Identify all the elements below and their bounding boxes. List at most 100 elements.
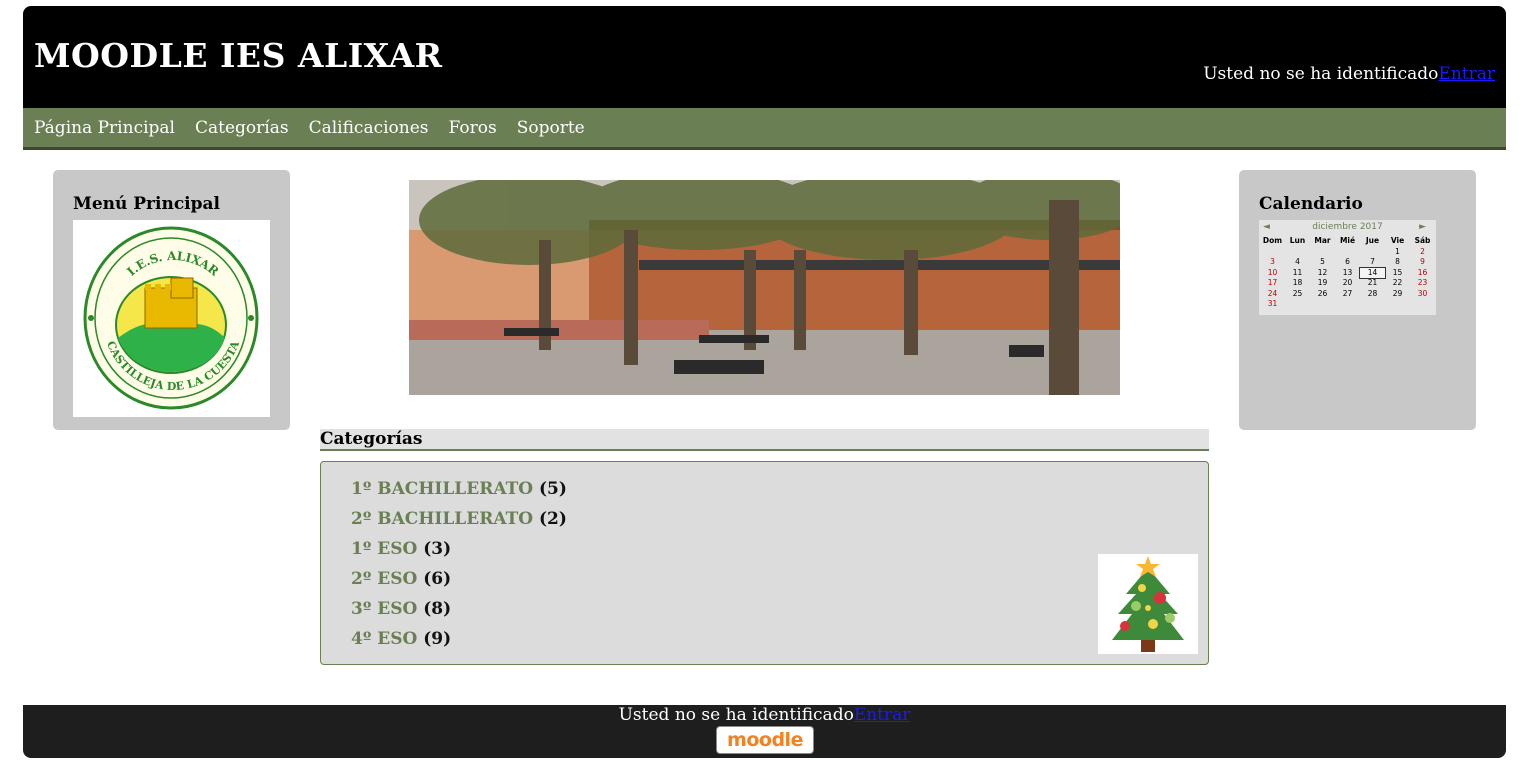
calendar-grid: Dom Lun Mar Mié Jue Vie Sáb 1 2 3 4 5 6 7 8 9 10 11 12 13 14… [1260,236,1435,310]
calendar-day[interactable]: 17 [1260,278,1285,289]
category-list: 1º BACHILLERATO (5) 2º BACHILLERATO (2) … [351,476,567,656]
category-item: 3º ESO (8) [351,596,567,626]
calendar-day[interactable]: 10 [1260,268,1285,279]
prev-month-icon[interactable]: ◄ [1263,222,1270,232]
calendar-day[interactable]: 11 [1285,268,1310,279]
login-status-text: Usted no se ha identificado [1203,64,1439,84]
calendar-day [1385,299,1410,310]
calendar-weekday: Mié [1339,236,1356,245]
calendar-today[interactable]: 14 [1359,266,1386,279]
calendar-day[interactable]: 3 [1260,257,1285,268]
category-link[interactable]: 1º BACHILLERATO [351,479,533,499]
calendar-day[interactable]: 19 [1310,278,1335,289]
calendar-day [1310,299,1335,310]
calendar-day[interactable]: 25 [1285,289,1310,300]
calendar-day[interactable]: 23 [1410,278,1435,289]
calendar-day [1285,247,1310,258]
category-count: (3) [423,539,452,559]
main-menu-block: Menú Principal I.E.S. ALIXAR CASTILLEJA … [53,170,290,430]
category-count: (5) [538,479,567,499]
nav-item-categories[interactable]: Categorías [195,118,289,138]
calendar-day [1310,247,1335,258]
school-logo-emblem: I.E.S. ALIXAR CASTILLEJA DE LA CUESTA [83,226,259,410]
calendar-day[interactable]: 13 [1335,268,1360,279]
calendar-day[interactable]: 29 [1385,289,1410,300]
calendar-day[interactable]: 9 [1410,257,1435,268]
nav-item-home[interactable]: Página Principal [34,118,175,138]
category-count: (8) [423,599,452,619]
calendar-day[interactable]: 16 [1410,268,1435,279]
calendar-day[interactable]: 7 [1360,257,1385,268]
calendar-day[interactable]: 27 [1335,289,1360,300]
calendar-weekday: Dom [1262,236,1283,245]
christmas-tree-icon [1112,556,1184,652]
calendar-day[interactable]: 8 [1385,257,1410,268]
site-header: MOODLE IES ALIXAR Usted no se ha identif… [23,6,1506,108]
login-link[interactable]: Entrar [1438,64,1495,84]
calendar-day[interactable]: 28 [1360,289,1385,300]
category-count: (2) [538,509,567,529]
categories-box: 1º BACHILLERATO (5) 2º BACHILLERATO (2) … [320,461,1209,665]
calendar-day[interactable]: 4 [1285,257,1310,268]
calendar-day [1335,247,1360,258]
calendar-day[interactable]: 6 [1335,257,1360,268]
calendar-title: Calendario [1259,194,1363,214]
calendar-day [1410,299,1435,310]
category-count: (6) [423,569,452,589]
calendar-block: Calendario ◄ diciembre 2017 ► Dom Lun Mar M… [1239,170,1476,430]
category-link[interactable]: 4º ESO [351,629,417,649]
category-item: 1º ESO (3) [351,536,567,566]
calendar-day[interactable]: 31 [1260,299,1285,310]
calendar-day[interactable]: 21 [1360,278,1385,289]
calendar-day [1260,247,1285,258]
calendar-day[interactable]: 2 [1410,247,1435,258]
calendar-header: ◄ diciembre 2017 ► [1259,222,1436,234]
main-navbar: Página Principal Categorías Calificacion… [23,108,1506,150]
next-month-icon[interactable]: ► [1419,222,1426,232]
login-info: Usted no se ha identificadoEntrar [1203,64,1495,84]
calendar-month[interactable]: diciembre 2017 [1312,222,1382,232]
main-menu-title: Menú Principal [73,194,220,214]
calendar-day[interactable]: 26 [1310,289,1335,300]
nav-item-forums[interactable]: Foros [449,118,497,138]
school-logo: I.E.S. ALIXAR CASTILLEJA DE LA CUESTA [73,220,270,417]
calendar-day [1335,299,1360,310]
category-item: 4º ESO (9) [351,626,567,656]
calendar-day[interactable]: 5 [1310,257,1335,268]
calendar-day[interactable]: 1 [1385,247,1410,258]
nav-item-grades[interactable]: Calificaciones [309,118,429,138]
calendar-weekday: Mar [1314,236,1331,245]
calendar-weekday: Vie [1390,236,1405,245]
category-link[interactable]: 2º ESO [351,569,417,589]
calendar-day [1360,247,1385,258]
site-title: MOODLE IES ALIXAR [34,36,443,75]
footer-login-info: Usted no se ha identificadoEntrar [23,705,1506,725]
schoolyard-photo [409,180,1120,395]
categories-heading: Categorías [320,429,1209,451]
school-banner-image [409,180,1120,395]
category-item: 2º ESO (6) [351,566,567,596]
calendar-weekday: Jue [1365,236,1380,245]
calendar-day[interactable]: 24 [1260,289,1285,300]
category-link[interactable]: 1º ESO [351,539,417,559]
christmas-tree-image [1098,554,1198,654]
footer-login-status: Usted no se ha identificado [618,705,854,725]
site-footer: Usted no se ha identificadoEntrar moodle [23,705,1506,758]
moodle-logo-button[interactable]: moodle [716,726,814,754]
category-item: 1º BACHILLERATO (5) [351,476,567,506]
category-link[interactable]: 2º BACHILLERATO [351,509,533,529]
calendar-day[interactable]: 30 [1410,289,1435,300]
footer-login-link[interactable]: Entrar [854,705,911,725]
calendar-day [1285,299,1310,310]
nav-item-support[interactable]: Soporte [517,118,585,138]
calendar-weekday: Sáb [1414,236,1431,245]
calendar-day[interactable]: 12 [1310,268,1335,279]
category-count: (9) [423,629,452,649]
calendar-day[interactable]: 20 [1335,278,1360,289]
calendar-weekday: Lun [1289,236,1306,245]
calendar-widget: ◄ diciembre 2017 ► Dom Lun Mar Mié Jue Vie Sáb… [1259,220,1436,315]
calendar-day[interactable]: 22 [1385,278,1410,289]
calendar-day[interactable]: 18 [1285,278,1310,289]
category-link[interactable]: 3º ESO [351,599,417,619]
calendar-day[interactable]: 15 [1385,268,1410,279]
